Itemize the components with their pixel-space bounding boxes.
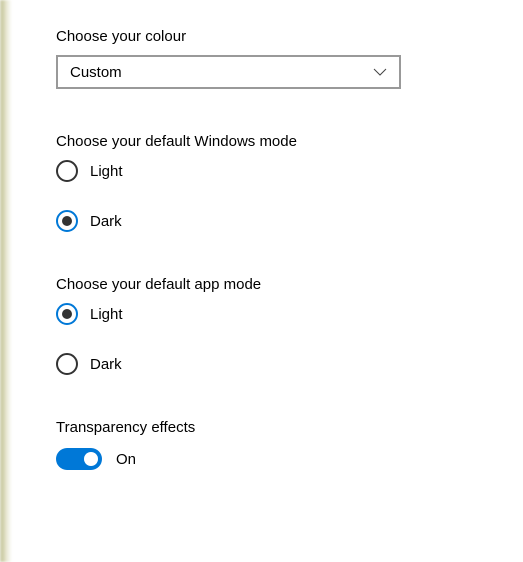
radio-icon: [56, 303, 78, 325]
toggle-state-label: On: [116, 451, 136, 468]
windows-mode-option-light[interactable]: Light: [56, 160, 523, 182]
radio-label: Light: [90, 163, 123, 180]
radio-icon: [56, 353, 78, 375]
transparency-toggle-row[interactable]: On: [56, 448, 523, 470]
colour-dropdown-value: Custom: [70, 64, 122, 81]
settings-content: Choose your colour Custom Choose your de…: [0, 0, 523, 470]
windows-mode-label: Choose your default Windows mode: [56, 133, 523, 150]
transparency-label: Transparency effects: [56, 419, 523, 436]
app-mode-option-light[interactable]: Light: [56, 303, 523, 325]
app-mode-label: Choose your default app mode: [56, 276, 523, 293]
chevron-down-icon: [373, 68, 387, 76]
colour-dropdown[interactable]: Custom: [56, 55, 401, 89]
app-mode-group: Light Dark: [56, 303, 523, 375]
radio-icon: [56, 210, 78, 232]
toggle-switch-icon: [56, 448, 102, 470]
radio-label: Dark: [90, 356, 122, 373]
windows-mode-group: Light Dark: [56, 160, 523, 232]
radio-label: Dark: [90, 213, 122, 230]
radio-icon: [56, 160, 78, 182]
windows-mode-option-dark[interactable]: Dark: [56, 210, 523, 232]
window-edge-blur: [0, 0, 12, 562]
colour-label: Choose your colour: [56, 28, 523, 45]
app-mode-option-dark[interactable]: Dark: [56, 353, 523, 375]
radio-label: Light: [90, 306, 123, 323]
